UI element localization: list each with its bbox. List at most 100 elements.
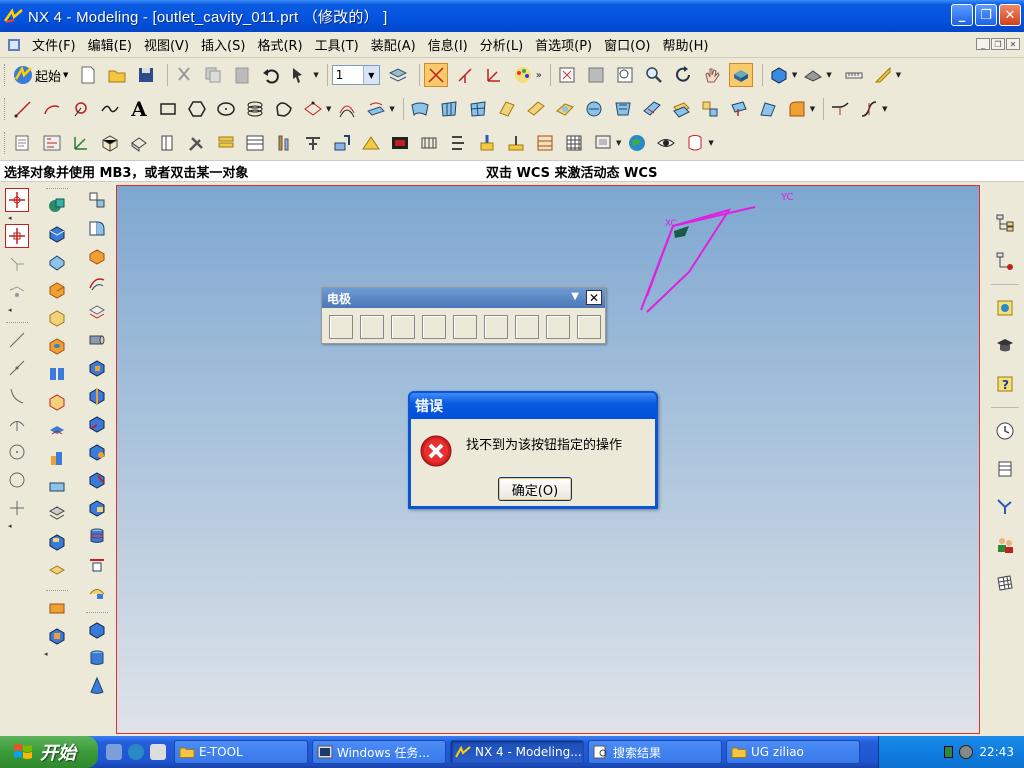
pad-icon[interactable] <box>45 418 69 442</box>
work-layer-select[interactable]: 1 ▼ <box>331 65 380 85</box>
edge-blend-icon[interactable] <box>85 216 109 240</box>
paste-icon[interactable] <box>230 63 254 87</box>
part-navigator-icon[interactable] <box>993 249 1017 273</box>
slot-icon[interactable] <box>45 446 69 470</box>
offset-curve-icon[interactable] <box>335 97 359 121</box>
trim-body-icon[interactable] <box>45 530 69 554</box>
sew-surface-icon[interactable] <box>698 97 722 121</box>
blend-surface-icon[interactable] <box>756 97 780 121</box>
menu-assemblies[interactable]: 装配(A) <box>365 35 422 54</box>
pan-icon[interactable] <box>700 63 724 87</box>
select-filter-icon[interactable] <box>288 63 312 87</box>
emboss-icon[interactable] <box>85 580 109 604</box>
face-blend-icon[interactable] <box>785 97 809 121</box>
menu-information[interactable]: 信息(I) <box>422 35 474 54</box>
training-icon[interactable] <box>993 334 1017 358</box>
line-point-icon[interactable] <box>5 356 29 380</box>
toolbar-grip[interactable] <box>4 98 7 120</box>
offset-surface-icon[interactable] <box>669 97 693 121</box>
expression-icon[interactable] <box>40 131 64 155</box>
polygon-icon[interactable] <box>185 97 209 121</box>
history-icon[interactable] <box>993 419 1017 443</box>
zoom-icon[interactable] <box>642 63 666 87</box>
arc-tool-icon[interactable] <box>5 384 29 408</box>
scale-body-icon[interactable] <box>85 412 109 436</box>
web-browser-icon[interactable] <box>993 296 1017 320</box>
swept-surface-icon[interactable] <box>495 97 519 121</box>
pocket-icon[interactable] <box>504 131 528 155</box>
wcs-origin-icon[interactable] <box>453 63 477 87</box>
line-tool-icon[interactable] <box>5 328 29 352</box>
information-icon[interactable] <box>11 131 35 155</box>
general-conic-icon[interactable] <box>272 97 296 121</box>
new-file-icon[interactable] <box>76 63 100 87</box>
task-etool[interactable]: E-TOOL <box>174 740 308 764</box>
bounded-plane-icon[interactable] <box>582 97 606 121</box>
mirror-body-icon[interactable] <box>85 384 109 408</box>
electrode-button-6[interactable] <box>484 315 508 339</box>
line-icon[interactable] <box>11 97 35 121</box>
assembly-navigator-icon[interactable] <box>993 211 1017 235</box>
sketch-icon[interactable] <box>45 194 69 218</box>
runner-icon[interactable] <box>446 131 470 155</box>
error-dialog-titlebar[interactable]: 错误 <box>410 393 656 419</box>
text-icon[interactable]: A <box>127 97 151 121</box>
ruled-surface-icon[interactable] <box>524 97 548 121</box>
task-search-results[interactable]: 搜索结果 <box>588 740 722 764</box>
electrode-button-8[interactable] <box>546 315 570 339</box>
circle-tool-icon[interactable] <box>5 440 29 464</box>
trim-mold-icon[interactable] <box>475 131 499 155</box>
cylinder-icon[interactable] <box>85 524 109 548</box>
task-nx-modeling[interactable]: NX 4 - Modeling... <box>450 740 584 764</box>
volume-icon[interactable] <box>959 745 974 759</box>
existing-point-icon[interactable] <box>5 280 29 304</box>
cooling-icon[interactable] <box>417 131 441 155</box>
task-windows-task-manager[interactable]: Windows 任务... <box>312 740 446 764</box>
surface-icon-2[interactable] <box>437 97 461 121</box>
box-icon[interactable] <box>98 131 122 155</box>
zoom-box-icon[interactable] <box>613 63 637 87</box>
cone-icon[interactable] <box>85 674 109 698</box>
sew-body-icon[interactable] <box>85 440 109 464</box>
browser-icon[interactable] <box>150 744 166 760</box>
grid-icon[interactable] <box>562 131 586 155</box>
boss-icon[interactable] <box>45 362 69 386</box>
edit-feature-icon[interactable] <box>85 188 109 212</box>
menu-file[interactable]: 文件(F) <box>26 35 82 54</box>
cut-icon[interactable] <box>172 63 196 87</box>
layout-icon[interactable] <box>243 131 267 155</box>
edit-spline-icon[interactable] <box>857 97 881 121</box>
roles-icon[interactable] <box>993 533 1017 557</box>
thread-icon[interactable] <box>45 502 69 526</box>
electrode-button-9[interactable] <box>577 315 601 339</box>
menu-tools[interactable]: 工具(T) <box>309 35 365 54</box>
cylinder-primitive-icon[interactable] <box>85 646 109 670</box>
electrode-toolbar-titlebar[interactable]: 电极 ▼ ✕ <box>322 288 605 308</box>
toolbar-grip[interactable] <box>4 64 7 86</box>
chamfer-icon[interactable] <box>85 244 109 268</box>
insert-icon[interactable] <box>330 131 354 155</box>
menu-help[interactable]: 帮助(H) <box>657 35 715 54</box>
title-bar[interactable]: NX 4 - Modeling - [outlet_cavity_011.prt… <box>0 0 1024 32</box>
undo-icon[interactable] <box>259 63 283 87</box>
unite-icon[interactable] <box>45 596 69 620</box>
task-ug-ziliao[interactable]: UG ziliao <box>726 740 860 764</box>
process-studio-icon[interactable] <box>993 495 1017 519</box>
rectangle-icon[interactable] <box>156 97 180 121</box>
media-player-icon[interactable] <box>128 744 144 760</box>
slider-icon[interactable] <box>301 131 325 155</box>
electrode-button-3[interactable] <box>391 315 415 339</box>
ok-button[interactable]: 确定(O) <box>498 477 572 501</box>
shaded-view-icon[interactable] <box>728 63 753 87</box>
show-hide-icon[interactable] <box>654 131 678 155</box>
copy-icon[interactable] <box>201 63 225 87</box>
globe-icon[interactable] <box>625 131 649 155</box>
fit-view-icon[interactable] <box>555 63 579 87</box>
curve-ops-icon[interactable] <box>301 97 325 121</box>
reuse-library-icon[interactable] <box>993 457 1017 481</box>
inferred-point-icon[interactable] <box>5 224 29 248</box>
battery-icon[interactable] <box>944 746 954 758</box>
arc-center-icon[interactable] <box>5 412 29 436</box>
menu-analysis[interactable]: 分析(L) <box>474 35 529 54</box>
ellipse-icon[interactable] <box>214 97 238 121</box>
